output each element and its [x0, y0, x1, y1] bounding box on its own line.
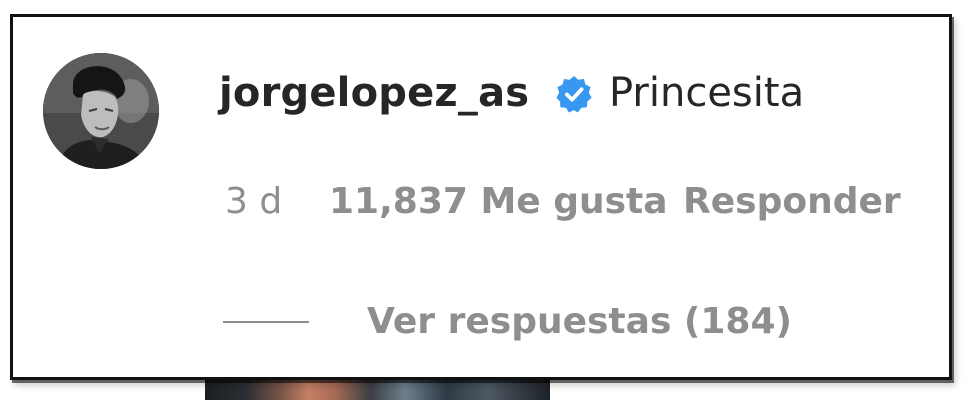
- avatar-photo-icon: [43, 53, 159, 169]
- comment-timestamp: 3 d: [225, 181, 283, 222]
- view-replies-button[interactable]: Ver respuestas (184): [223, 297, 792, 347]
- view-replies-label: Ver respuestas (184): [367, 301, 792, 342]
- likes-count-button[interactable]: 11,837 Me gusta: [329, 177, 668, 227]
- comment-card: jorgelopez_as Princesita 3 d 11,837 Me g…: [10, 14, 952, 380]
- reply-button[interactable]: Responder: [683, 177, 901, 227]
- comment-text: Princesita: [609, 70, 805, 116]
- avatar[interactable]: [43, 53, 159, 169]
- screenshot-stage: jorgelopez_as Princesita 3 d 11,837 Me g…: [0, 0, 968, 400]
- username-link[interactable]: jorgelopez_as: [219, 65, 529, 121]
- replies-divider-line: [223, 321, 309, 323]
- verified-badge-icon: [555, 75, 593, 113]
